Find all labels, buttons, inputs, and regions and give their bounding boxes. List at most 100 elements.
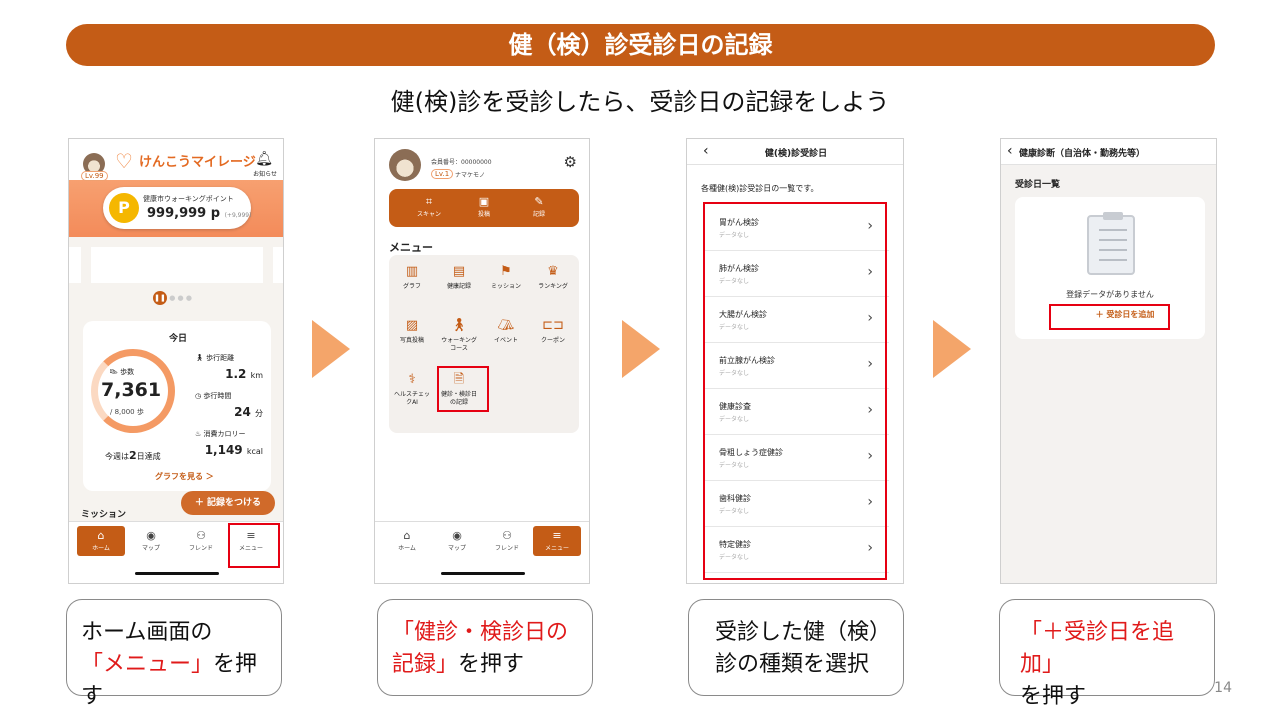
menu-icon: ≡ xyxy=(552,529,562,542)
brand-name: けんこうマイレージ xyxy=(139,155,256,170)
tab-map[interactable]: ◉ マップ xyxy=(433,526,481,556)
steps-goal: / 8,000 歩 xyxy=(110,408,144,416)
menu-item-graph[interactable]: ▥ グラフ xyxy=(389,263,435,291)
health-check-icon: ⚕ xyxy=(408,372,416,387)
caption-step-3-line1: 受診した健（検） xyxy=(715,620,892,645)
phone-menu-screen: 会員番号：00000000 Lv.1 ナマケモノ ⚙ ⌗ スキャン ▣ 投稿 ✎ 記録… xyxy=(374,138,590,584)
highlight-menu-tab xyxy=(228,523,280,568)
back-chevron-icon[interactable]: ‹ xyxy=(1007,143,1013,159)
member-number: 会員番号：00000000 xyxy=(431,159,492,166)
caption-step-4-line2: を押す xyxy=(1020,684,1087,709)
friends-icon: ⚇ xyxy=(502,529,512,542)
tab-friend[interactable]: ⚇ フレンド xyxy=(483,526,531,556)
quick-action-bar: ⌗ スキャン ▣ 投稿 ✎ 記録 xyxy=(389,189,579,227)
slide-subtitle: 健(検)診を受診したら、受診日の記録をしよう xyxy=(390,88,890,116)
bell-icon[interactable]: 🔔︎ xyxy=(255,151,273,167)
home-indicator xyxy=(135,572,219,575)
carousel-indicator[interactable]: ❚❚ ● ● ● xyxy=(153,291,192,305)
menu-item-ranking[interactable]: ♛ ランキング xyxy=(530,263,576,291)
distance-value: 1.2 km xyxy=(225,367,263,381)
time-value: 24 分 xyxy=(234,405,263,419)
menu-item-photo-post[interactable]: ▨ 写真投稿 xyxy=(389,317,435,345)
caption-step-3-line2: 診の種類を選択 xyxy=(715,652,870,677)
banner-right[interactable] xyxy=(273,247,283,283)
crown-icon: ♛ xyxy=(547,264,559,279)
menu-item-event[interactable]: ⛺︎ イベント xyxy=(483,317,529,345)
highlight-add-date-button xyxy=(1049,304,1170,330)
step-arrow-3 xyxy=(933,320,971,378)
tab-menu[interactable]: ≡ メニュー xyxy=(533,526,581,556)
scan-button[interactable]: ⌗ スキャン xyxy=(409,194,449,218)
add-record-button[interactable]: ＋ 記録をつける xyxy=(181,491,275,515)
menu-heading: メニュー xyxy=(389,241,433,254)
menu-item-health-record[interactable]: ▤ 健康記録 xyxy=(436,263,482,291)
phone-home-screen: Lv.99 ♡ けんこうマイレージ 🔔︎ お知らせ P 健康市ウォーキングポイン… xyxy=(68,138,284,584)
screen-description: 各種健(検)診受診日の一覧です。 xyxy=(701,184,819,193)
tab-map[interactable]: ◉ マップ xyxy=(127,526,175,556)
steps-label: 👟︎ 歩数 xyxy=(109,368,135,376)
distance-label: 🚶︎ 歩行距離 xyxy=(195,354,235,362)
caption-step-2-line1: 「健診・検診日の xyxy=(392,620,569,645)
step-arrow-1 xyxy=(312,320,350,378)
points-card[interactable]: P 健康市ウォーキングポイント 999,999 p (+9,999) xyxy=(103,187,251,229)
pause-icon[interactable]: ❚❚ xyxy=(153,291,167,305)
time-label: ◷ 歩行時間 xyxy=(195,392,232,400)
view-graph-link[interactable]: グラフを見る ＞ xyxy=(155,471,214,482)
level-badge: Lv.99 xyxy=(81,171,108,181)
avatar xyxy=(389,149,421,181)
pencil-icon: ✎ xyxy=(534,195,544,208)
level-badge: Lv.1 xyxy=(431,169,454,179)
today-card: 今日 👟︎ 歩数 7,361 / 8,000 歩 🚶︎ 歩行距離 1.2 km … xyxy=(83,321,271,491)
points-value: 999,999 p (+9,999) xyxy=(147,206,252,221)
point-coin-icon: P xyxy=(109,193,139,223)
menu-item-coupon[interactable]: ⊏⊐ クーポン xyxy=(530,317,576,345)
home-icon: ⌂ xyxy=(97,529,105,542)
screen-title: 健康診断（自治体・勤務先等） xyxy=(1019,149,1146,159)
menu-item-health-check-ai[interactable]: ⚕ ヘルスチェッ クAI xyxy=(389,371,435,407)
tab-home[interactable]: ⌂ ホーム xyxy=(77,526,125,556)
home-icon: ⌂ xyxy=(403,529,411,542)
caption-step-2-line2: 記録」を押す xyxy=(392,652,525,677)
map-pin-icon: ◉ xyxy=(452,529,462,542)
step-arrow-2 xyxy=(622,320,660,378)
tab-home[interactable]: ⌂ ホーム xyxy=(383,526,431,556)
bar-chart-icon: ▥ xyxy=(405,264,419,279)
banner-left[interactable] xyxy=(69,247,81,283)
map-pin-icon: ◉ xyxy=(146,529,156,542)
notice-label: お知らせ xyxy=(253,171,277,178)
calorie-value: 1,149 kcal xyxy=(204,443,263,457)
phone-exam-date-screen: ‹ 健康診断（自治体・勤務先等） 受診日一覧 登録データがありません ＋ 受診日… xyxy=(1000,138,1217,584)
scan-icon: ⌗ xyxy=(425,195,433,208)
clipboard-icon xyxy=(1087,212,1135,275)
highlight-exam-list xyxy=(703,202,887,580)
menu-item-walking-course[interactable]: 🚶︎ ウォーキング コース xyxy=(436,317,482,353)
banner-main[interactable] xyxy=(91,247,263,283)
heart-logo-icon: ♡ xyxy=(115,149,133,173)
menu-item-mission[interactable]: ⚑ ミッション xyxy=(483,263,529,291)
nav-bar: ‹ 健康診断（自治体・勤務先等） xyxy=(1001,139,1216,165)
nickname: ナマケモノ xyxy=(455,172,486,179)
highlight-exam-record-menu xyxy=(437,366,489,412)
ticket-icon: ⊏⊐ xyxy=(542,318,564,333)
post-button[interactable]: ▣ 投稿 xyxy=(464,194,504,218)
flag-icon: ⚑ xyxy=(500,264,512,279)
caption-step-1-line1: ホーム画面の xyxy=(81,620,213,645)
gear-icon[interactable]: ⚙ xyxy=(564,153,577,171)
caption-step-2: 「健診・検診日の 記録」を押す xyxy=(377,599,593,696)
slide-title: 健（検）診受診日の記録 xyxy=(66,24,1215,66)
today-label: 今日 xyxy=(169,334,188,344)
calorie-label: ♨ 消費カロリー xyxy=(195,430,246,438)
record-button[interactable]: ✎ 記録 xyxy=(519,194,559,218)
nav-bar: ‹ 健(検)診受診日 xyxy=(687,139,903,165)
steps-value: 7,361 xyxy=(101,379,162,401)
section-heading: 受診日一覧 xyxy=(1015,180,1061,190)
caption-step-1-line2: 「メニュー」を押す xyxy=(81,652,258,709)
points-label: 健康市ウォーキングポイント xyxy=(143,195,234,203)
tab-friend[interactable]: ⚇ フレンド xyxy=(177,526,225,556)
mission-heading: ミッション xyxy=(81,510,127,520)
home-indicator xyxy=(441,572,525,575)
caption-step-4: 「＋受診日を追加」 を押す xyxy=(999,599,1215,709)
camera-icon: ▣ xyxy=(478,195,490,208)
empty-message: 登録データがありません xyxy=(1066,290,1154,299)
friends-icon: ⚇ xyxy=(196,529,206,542)
